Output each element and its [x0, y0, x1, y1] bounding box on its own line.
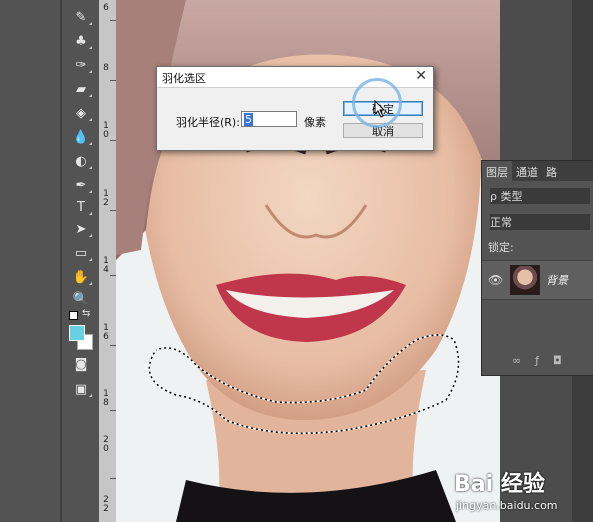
- tab-channels[interactable]: 通道: [512, 161, 542, 181]
- dialog-title: 羽化选区: [162, 72, 206, 85]
- feather-radius-label: 羽化半径(R):: [176, 116, 240, 129]
- screen-mode-icon[interactable]: ▣: [70, 380, 92, 398]
- ruler-number: 6: [103, 3, 109, 13]
- brush-tool-icon[interactable]: ✎: [70, 8, 92, 26]
- default-colors-icon[interactable]: [69, 311, 78, 320]
- ruler-number: 2: [103, 198, 109, 208]
- feather-radius-input[interactable]: 5: [241, 111, 297, 127]
- panel-tabs: 图层 通道 路: [482, 161, 593, 181]
- tab-paths[interactable]: 路: [542, 161, 561, 181]
- watermark-url: jingyan.baidu.com: [456, 499, 558, 512]
- layer-thumbnail: [510, 265, 540, 295]
- ruler-number: 2: [103, 504, 109, 514]
- layer-row-background[interactable]: 👁 背景: [482, 260, 593, 300]
- visibility-eye-icon[interactable]: 👁: [488, 273, 503, 287]
- add-mask-icon[interactable]: ◘: [553, 354, 562, 367]
- pen-tool-icon[interactable]: ✒: [70, 176, 92, 194]
- swap-colors-icon[interactable]: ⇆: [82, 308, 90, 319]
- layer-style-icon[interactable]: ƒ: [535, 354, 539, 367]
- dodge-tool-icon[interactable]: ◐: [70, 152, 92, 170]
- panel-divider: [60, 0, 62, 522]
- layer-filter-select[interactable]: ρ 类型: [490, 188, 590, 204]
- layers-panel: 图层 通道 路 ρ 类型 正常 锁定: 👁 背景 ∞ ƒ ◘: [481, 160, 593, 376]
- clone-stamp-tool-icon[interactable]: ♣: [70, 32, 92, 50]
- path-selection-tool-icon[interactable]: ➤: [70, 220, 92, 238]
- ruler-number: 4: [103, 265, 109, 275]
- layer-name: 背景: [546, 274, 568, 287]
- type-tool-icon[interactable]: T: [70, 198, 92, 216]
- ruler-number: 0: [103, 130, 109, 140]
- paint-bucket-tool-icon[interactable]: ◈: [70, 104, 92, 122]
- foreground-color-swatch[interactable]: [69, 325, 85, 341]
- history-brush-tool-icon[interactable]: ✑: [70, 56, 92, 74]
- ruler-number: 8: [103, 63, 109, 73]
- tools-panel: ✎ ♣ ✑ ▰ ◈ 💧 ◐ ✒ T ➤ ▭ ✋ 🔍 ⇆ ◙ ▣: [0, 0, 99, 522]
- close-icon[interactable]: ✕: [415, 68, 427, 84]
- zoom-tool-icon[interactable]: 🔍: [70, 290, 92, 308]
- panel-footer-icons: ∞ ƒ ◘: [512, 354, 593, 367]
- ruler-number: 8: [103, 398, 109, 408]
- quick-mask-icon[interactable]: ◙: [70, 355, 92, 373]
- eraser-tool-icon[interactable]: ▰: [70, 80, 92, 98]
- lock-label: 锁定:: [488, 241, 514, 254]
- tab-layers[interactable]: 图层: [482, 161, 512, 181]
- watermark-brand: Bai 经验: [454, 472, 545, 497]
- baidu-watermark: Bai 经验 jingyan.baidu.com: [452, 462, 592, 518]
- feather-radius-value: 5: [244, 113, 253, 126]
- ruler-number: 0: [103, 444, 109, 454]
- unit-label: 像素: [304, 116, 326, 129]
- vertical-ruler: 6 8 1 0 1 2 1 4 1 6 1 8 2 0 2 2: [99, 0, 117, 522]
- blur-tool-icon[interactable]: 💧: [70, 128, 92, 146]
- hand-tool-icon[interactable]: ✋: [70, 268, 92, 286]
- blend-mode-select[interactable]: 正常: [490, 214, 590, 230]
- link-layers-icon[interactable]: ∞: [512, 354, 521, 367]
- rectangle-tool-icon[interactable]: ▭: [70, 244, 92, 262]
- mouse-cursor-icon: [374, 100, 386, 118]
- ruler-number: 6: [103, 332, 109, 342]
